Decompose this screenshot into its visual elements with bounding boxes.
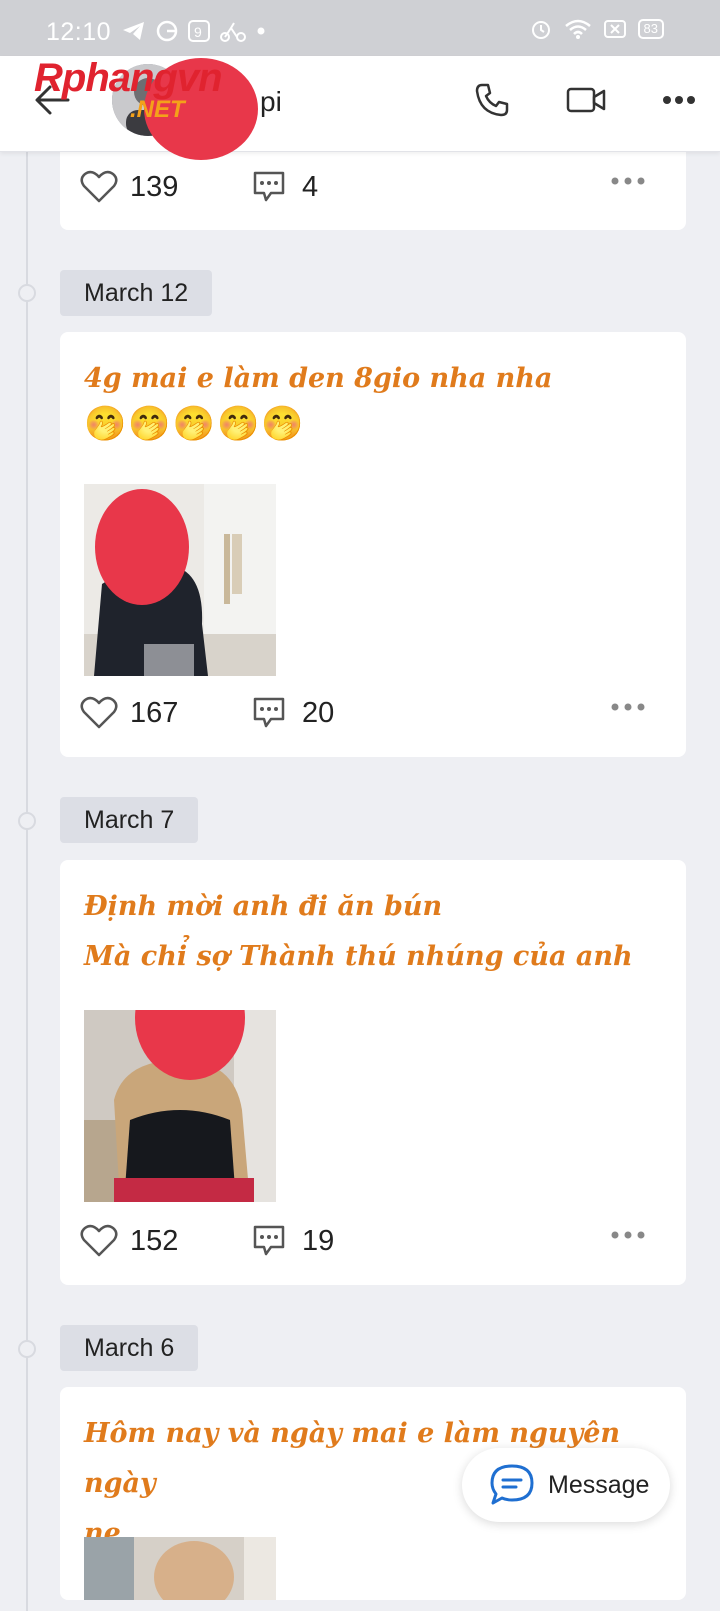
phone-icon[interactable] [474, 82, 510, 118]
date-label: March 12 [60, 270, 213, 316]
timeline-line [26, 151, 28, 1611]
post-actions: 167 20 [80, 696, 660, 740]
post-card[interactable]: 139 4 [60, 140, 686, 230]
status-right-icons: 83 [530, 18, 664, 40]
post-more-icon[interactable] [610, 1230, 646, 1240]
photo-image [84, 484, 276, 676]
dot-icon [257, 27, 265, 35]
post-actions: 139 4 [80, 170, 660, 214]
chat-header: Rphangvn .NET pi [0, 56, 720, 160]
contact-name[interactable]: pi [260, 86, 282, 118]
status-bar: 12:10 9 83 [0, 0, 720, 56]
battery-icon: 83 [637, 19, 664, 39]
date-label: March 6 [60, 1325, 199, 1371]
post-text: Định mời anh đi ăn bún Mà chỉ sợ Thành t… [84, 891, 633, 972]
comment-action[interactable]: 4 [252, 170, 318, 204]
no-sim-icon [603, 20, 626, 38]
message-button-label: Message [548, 1470, 650, 1499]
like-action[interactable]: 139 [80, 170, 178, 204]
like-action[interactable]: 152 [80, 1224, 178, 1258]
photo-image [84, 1537, 276, 1600]
svg-text:9: 9 [194, 24, 202, 40]
post-more-icon[interactable] [610, 176, 646, 186]
comment-count: 20 [302, 696, 335, 729]
photo-image [84, 1010, 276, 1202]
post-actions: 152 19 [80, 1224, 660, 1268]
like-action[interactable]: 167 [80, 696, 178, 730]
timeline-dot [18, 1340, 36, 1358]
post-text: 4g mai e làm den 8gio nha nha [84, 363, 553, 394]
comment-icon[interactable] [252, 1224, 286, 1258]
like-count: 139 [130, 170, 179, 203]
telegram-icon [123, 22, 144, 40]
heart-icon[interactable] [80, 170, 118, 204]
post-card[interactable]: 4g mai e làm den 8gio nha nha 🤭🤭🤭🤭🤭 167 … [60, 332, 686, 757]
video-camera-icon[interactable] [566, 85, 606, 115]
comment-action[interactable]: 20 [252, 696, 334, 730]
watermark-line2: .NET [130, 96, 185, 123]
status-time: 12:10 [46, 18, 112, 46]
comment-action[interactable]: 19 [252, 1224, 334, 1258]
timeline-dot [18, 284, 36, 302]
message-button[interactable]: Message [462, 1448, 670, 1522]
heart-icon[interactable] [80, 696, 118, 730]
9-icon: 9 [188, 20, 210, 42]
comment-icon[interactable] [252, 170, 286, 204]
status-left-icons: 9 [122, 20, 266, 42]
header-actions [474, 82, 696, 118]
g-icon [156, 20, 178, 42]
comment-count: 4 [302, 170, 319, 203]
comment-icon[interactable] [252, 696, 286, 730]
post-photo[interactable] [84, 1010, 276, 1202]
like-count: 167 [130, 696, 179, 729]
post-card[interactable]: Định mời anh đi ăn bún Mà chỉ sợ Thành t… [60, 860, 686, 1285]
post-emoji: 🤭🤭🤭🤭🤭 [84, 405, 306, 443]
chat-bubble-icon [490, 1464, 534, 1505]
delivery-icon [220, 22, 246, 42]
like-count: 152 [130, 1224, 179, 1257]
post-photo[interactable] [84, 1537, 276, 1600]
alarm-icon [531, 21, 550, 39]
wifi-icon [564, 19, 591, 39]
timeline-dot [18, 812, 36, 830]
post-more-icon[interactable] [610, 702, 646, 712]
post-photo[interactable] [84, 484, 276, 676]
date-label: March 7 [60, 797, 199, 843]
more-icon[interactable] [662, 95, 696, 105]
comment-count: 19 [302, 1224, 335, 1257]
watermark-logo: Rphangvn .NET [34, 56, 223, 123]
heart-icon[interactable] [80, 1224, 118, 1258]
watermark-line1: Rphangvn [34, 56, 223, 100]
